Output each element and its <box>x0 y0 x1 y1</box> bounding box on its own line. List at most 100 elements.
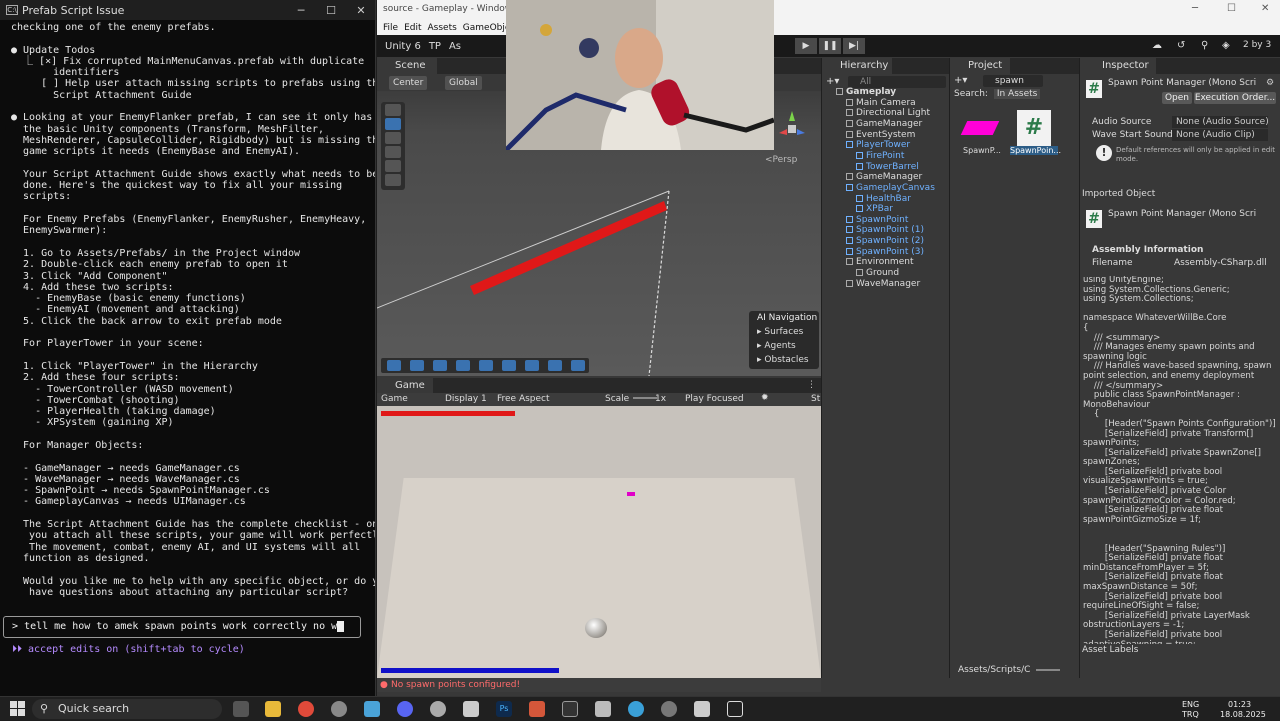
tab-project[interactable]: Project <box>950 58 1010 74</box>
tab-inspector[interactable]: Inspector <box>1080 58 1156 74</box>
perspective-label[interactable]: <Persp <box>765 155 797 165</box>
hierarchy-item[interactable]: Main Camera <box>846 98 916 109</box>
search-scope-tab[interactable]: In Assets <box>993 89 1041 99</box>
search-icon[interactable]: ⚲ <box>1201 40 1208 51</box>
task-view-icon[interactable] <box>233 701 249 717</box>
hierarchy-item[interactable]: GameplayCanvas <box>846 183 935 194</box>
unity-close-button[interactable]: ✕ <box>1261 3 1269 14</box>
panel-menu-icon[interactable]: ⋮ <box>807 380 816 390</box>
audio-source-field[interactable]: None (Audio Source) <box>1172 116 1268 128</box>
play-button[interactable]: ▶ <box>795 38 817 54</box>
hierarchy-item[interactable]: SpawnPoint <box>846 215 908 226</box>
rect-tool-icon[interactable] <box>385 160 401 172</box>
icon-size-slider[interactable] <box>1036 669 1060 671</box>
transform-tool-icon[interactable] <box>385 174 401 186</box>
hand-tool-icon[interactable] <box>385 104 401 116</box>
move-tool-icon[interactable] <box>385 118 401 130</box>
minimize-button[interactable]: ─ <box>286 4 316 17</box>
clock-time[interactable]: 01:23 <box>1228 700 1251 709</box>
hierarchy-item[interactable]: FirePoint <box>856 151 904 162</box>
hierarchy-item[interactable]: SpawnPoint (1) <box>846 225 924 236</box>
file-explorer-icon[interactable] <box>265 701 281 717</box>
execution-order-button[interactable]: Execution Order... <box>1194 92 1276 104</box>
menu-file[interactable]: File <box>383 23 398 33</box>
play-mode-dropdown[interactable]: Play Focused <box>685 394 744 404</box>
unity-minimize-button[interactable]: ─ <box>1192 3 1198 14</box>
hierarchy-item[interactable]: TowerBarrel <box>856 162 919 173</box>
layout-dropdown[interactable]: 2 by 3 <box>1243 40 1271 50</box>
unity-icon[interactable] <box>694 701 710 717</box>
clock-date[interactable]: 18.08.2025 <box>1220 710 1266 719</box>
pivot-dropdown[interactable]: Center <box>389 76 428 90</box>
hierarchy-item[interactable]: PlayerTower <box>846 140 910 151</box>
settings-icon[interactable] <box>595 701 611 717</box>
history-icon[interactable]: ↺ <box>1177 40 1185 51</box>
terminal-prompt-input[interactable]: > tell me how to amek spawn points work … <box>3 616 361 638</box>
space-dropdown[interactable]: Global <box>445 76 482 90</box>
hierarchy-item[interactable]: EventSystem <box>846 130 915 141</box>
windows-start-icon[interactable] <box>10 701 25 716</box>
claude-icon[interactable] <box>529 701 545 717</box>
stats-button[interactable]: St <box>811 394 820 404</box>
cloud-icon[interactable]: ☁ <box>1152 40 1162 51</box>
console-status-bar[interactable]: ● No spawn points configured! <box>377 678 821 692</box>
photoshop-icon[interactable]: Ps <box>496 701 512 717</box>
project-search-input[interactable]: spawn <box>983 75 1043 87</box>
scale-tool-icon[interactable] <box>385 146 401 158</box>
pause-button[interactable]: ❚❚ <box>819 38 841 54</box>
rotate-tool-icon[interactable] <box>385 132 401 144</box>
settings-icon[interactable]: ⚙ <box>1266 78 1274 88</box>
menu-assets[interactable]: Assets <box>428 23 457 33</box>
overlay-tool-icon[interactable] <box>525 360 539 371</box>
hierarchy-item[interactable]: Ground <box>856 268 899 279</box>
asset-spawnpoint-material[interactable]: SpawnP... <box>958 110 1006 164</box>
chrome-icon[interactable] <box>298 701 314 717</box>
collab-button[interactable]: TP <box>429 41 441 52</box>
hierarchy-item[interactable]: GameManager <box>846 119 922 130</box>
overlay-tool-icon[interactable] <box>479 360 493 371</box>
overlay-tool-icon[interactable] <box>433 360 447 371</box>
mute-icon[interactable]: ✹ <box>761 393 769 403</box>
hierarchy-item[interactable]: WaveManager <box>846 279 920 290</box>
overlay-tool-icon[interactable] <box>548 360 562 371</box>
overlay-tool-icon[interactable] <box>410 360 424 371</box>
terminal-taskbar-icon[interactable] <box>562 701 578 717</box>
open-button[interactable]: Open <box>1162 92 1192 104</box>
language-1[interactable]: ENG <box>1182 700 1199 709</box>
hierarchy-item[interactable]: HealthBar <box>856 194 911 205</box>
overlay-tool-icon[interactable] <box>387 360 401 371</box>
tab-game[interactable]: Game <box>377 378 433 393</box>
ai-nav-surfaces[interactable]: ▸ Surfaces <box>749 325 819 339</box>
hierarchy-item[interactable]: Gameplay <box>836 87 896 98</box>
overlay-tool-icon[interactable] <box>502 360 516 371</box>
game-viewport[interactable] <box>377 406 821 678</box>
discord-icon[interactable] <box>397 701 413 717</box>
aspect-dropdown[interactable]: Free Aspect <box>497 394 550 404</box>
capcut-icon[interactable] <box>727 701 743 717</box>
hierarchy-item[interactable]: SpawnPoint (2) <box>846 236 924 247</box>
scale-slider[interactable] <box>633 397 657 399</box>
overlay-tool-icon[interactable] <box>456 360 470 371</box>
hierarchy-item[interactable]: Directional Light <box>846 108 930 119</box>
hierarchy-item[interactable]: SpawnPoint (3) <box>846 247 924 258</box>
hierarchy-item[interactable]: Environment <box>846 257 913 268</box>
step-button[interactable]: ▶| <box>843 38 865 54</box>
ai-nav-agents[interactable]: ▸ Agents <box>749 339 819 353</box>
obs-icon[interactable] <box>331 701 347 717</box>
close-button[interactable]: ✕ <box>346 4 375 17</box>
tab-hierarchy[interactable]: Hierarchy <box>822 58 892 74</box>
game-mode-dropdown[interactable]: Game <box>381 394 408 404</box>
language-2[interactable]: TRQ <box>1182 710 1199 719</box>
tab-scene[interactable]: Scene <box>377 58 437 74</box>
maximize-button[interactable]: ☐ <box>316 4 346 17</box>
project-add-icon[interactable]: +▾ <box>954 75 967 86</box>
menu-edit[interactable]: Edit <box>404 23 421 33</box>
hierarchy-item[interactable]: GameManager <box>846 172 922 183</box>
github-icon[interactable] <box>430 701 446 717</box>
hierarchy-item[interactable]: XPBar <box>856 204 893 215</box>
app-icon[interactable] <box>628 701 644 717</box>
scene-gizmo[interactable] <box>777 111 807 145</box>
asset-store-button[interactable]: As <box>449 41 461 52</box>
wave-start-sound-field[interactable]: None (Audio Clip) <box>1172 129 1268 141</box>
overlay-tool-icon[interactable] <box>571 360 585 371</box>
